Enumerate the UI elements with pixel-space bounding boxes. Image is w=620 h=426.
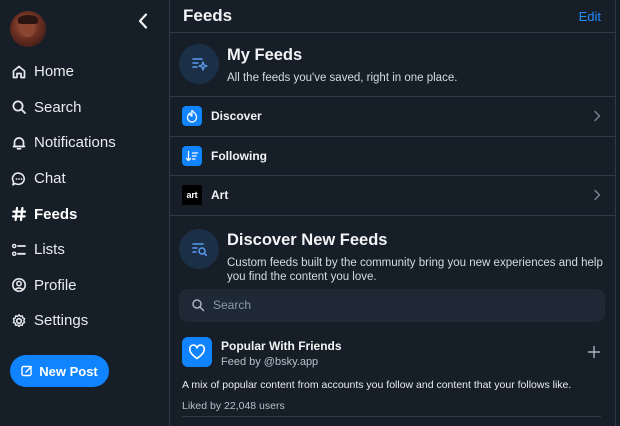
discover-subtitle: Custom feeds built by the community brin… [227, 256, 603, 283]
avatar-hair [18, 15, 38, 24]
divider [182, 416, 601, 417]
feed-row-following[interactable]: Following [170, 137, 615, 177]
sidebar-item-lists[interactable]: Lists [10, 232, 116, 268]
search-icon [192, 299, 205, 312]
feed-card-header: Popular With Friends Feed by @bsky.app [182, 336, 601, 368]
gear-icon [10, 312, 28, 330]
feed-name: Art [211, 188, 229, 203]
discover-text: Discover New Feeds Custom feeds built by… [227, 229, 605, 286]
main-column: Feeds Edit My Feeds All the feeds you've… [169, 0, 616, 426]
chevron-right-icon [594, 111, 601, 122]
discover-feed-icon [182, 106, 202, 127]
sidebar-item-notifications[interactable]: Notifications [10, 125, 116, 161]
compose-icon [21, 365, 33, 377]
sidebar-item-search[interactable]: Search [10, 90, 116, 126]
sidebar-item-label: Home [34, 63, 75, 81]
sidebar-item-label: Profile [34, 276, 77, 294]
sidebar-item-label: Chat [34, 170, 66, 188]
hash-icon [10, 205, 28, 223]
feed-search-bar[interactable] [179, 288, 605, 322]
chevron-right-icon [594, 190, 601, 201]
sidebar-item-chat[interactable]: Chat [10, 161, 116, 197]
sidebar-item-label: Notifications [34, 134, 116, 152]
feed-card-author: Feed by @bsky.app [221, 355, 319, 368]
following-feed-icon [182, 145, 202, 166]
discover-feeds-icon [179, 228, 219, 269]
bell-icon [10, 134, 28, 152]
feed-card-description: A mix of popular content from accounts y… [182, 378, 572, 391]
new-post-label: New Post [39, 363, 98, 379]
list-icon [10, 241, 28, 259]
feed-card-likes: Liked by 22,048 users [182, 399, 285, 412]
feed-name: Following [211, 148, 267, 163]
user-circle-icon [10, 276, 28, 294]
sidebar-item-label: Settings [34, 312, 89, 330]
add-feed-icon[interactable] [587, 345, 601, 359]
sidebar-item-settings[interactable]: Settings [10, 303, 116, 339]
feed-avatar [182, 336, 212, 367]
art-feed-icon: art [182, 185, 202, 206]
right-gutter [616, 0, 620, 426]
search-icon [10, 98, 28, 116]
feed-card-name: Popular With Friends [221, 338, 342, 353]
heart-icon [188, 344, 206, 360]
sidebar-item-home[interactable]: Home [10, 54, 116, 90]
sidebar-item-profile[interactable]: Profile [10, 268, 116, 304]
my-feeds-subtitle: All the feeds you've saved, right in one… [227, 72, 458, 84]
avatar[interactable] [10, 11, 46, 47]
page-header: Feeds Edit [170, 0, 615, 33]
sidebar-item-label: Feeds [34, 205, 78, 223]
sidebar-item-label: Search [34, 98, 82, 116]
my-feeds-title: My Feeds [227, 46, 303, 64]
edit-link[interactable]: Edit [579, 9, 601, 24]
chat-bubble-icon [10, 170, 28, 188]
my-feeds-icon [179, 44, 219, 84]
home-icon [10, 63, 28, 81]
sidebar: Home Search Notifications Chat Feeds Lis… [0, 0, 169, 426]
feed-card-meta: Popular With Friends Feed by @bsky.app [221, 337, 587, 368]
chevron-left-icon [138, 13, 148, 29]
feed-row-discover[interactable]: Discover [170, 97, 615, 137]
sidebar-item-label: Lists [34, 241, 65, 259]
discover-section: Discover New Feeds Custom feeds built by… [170, 216, 615, 286]
sidebar-item-feeds[interactable]: Feeds [10, 196, 116, 232]
page-title: Feeds [183, 6, 233, 25]
feed-card[interactable]: Popular With Friends Feed by @bsky.app A… [170, 322, 615, 412]
new-post-button[interactable]: New Post [10, 355, 109, 387]
discover-title: Discover New Feeds [227, 230, 388, 249]
collapse-sidebar-button[interactable] [133, 11, 153, 31]
my-feeds-section: My Feeds All the feeds you've saved, rig… [170, 33, 615, 97]
feed-row-art[interactable]: art Art [170, 176, 615, 216]
my-feeds-text: My Feeds All the feeds you've saved, rig… [227, 44, 457, 96]
search-input[interactable] [213, 298, 593, 313]
art-feed-icon-text: art [186, 190, 198, 201]
sidebar-nav: Home Search Notifications Chat Feeds Lis… [10, 54, 116, 339]
feed-name: Discover [211, 109, 262, 124]
